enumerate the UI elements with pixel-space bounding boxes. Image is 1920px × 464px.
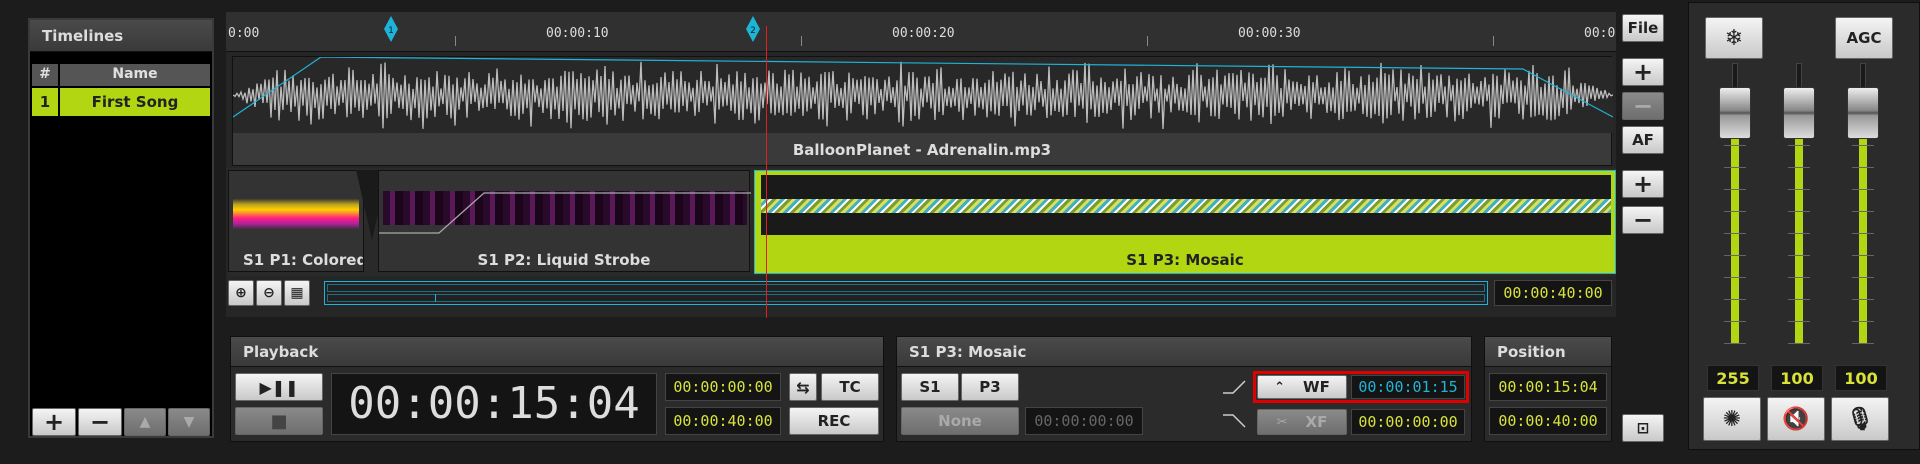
clip-colored[interactable]: S1 P1: Colored .: [228, 170, 364, 272]
play-pause-button[interactable]: ▶❚❚: [235, 373, 323, 401]
timelines-title: Timelines: [30, 20, 212, 52]
wf-label: WF: [1303, 378, 1330, 396]
position-current: 00:00:15:04: [1489, 373, 1607, 401]
s1-button[interactable]: S1: [901, 373, 959, 401]
xf-time[interactable]: 00:00:00:00: [1351, 409, 1465, 435]
svg-text:2: 2: [750, 26, 756, 36]
cue-marker-1-icon[interactable]: 1: [384, 16, 398, 42]
clip-track-add-button[interactable]: +: [1622, 170, 1664, 198]
playback-start-time[interactable]: 00:00:00:00: [665, 373, 781, 401]
timeline-duration: 00:00:40:00: [1494, 280, 1612, 306]
fade-out-curve-icon: [1223, 414, 1246, 428]
strobe-off-icon: ✺: [1722, 406, 1742, 432]
ruler-label-0: 0:00: [228, 26, 260, 41]
track-remove-button[interactable]: −: [1622, 92, 1664, 120]
af-button[interactable]: AF: [1622, 126, 1664, 154]
zoom-fit-button[interactable]: ▦: [284, 280, 310, 306]
remove-timeline-button[interactable]: −: [78, 408, 122, 436]
position-panel: Position 00:00:15:04 00:00:40:00: [1484, 336, 1612, 442]
wf-button[interactable]: ⌃ WF: [1257, 375, 1347, 399]
clip-mosaic[interactable]: S1 P3: Mosaic: [754, 170, 1616, 274]
master-panel: ❄ AGC 255 100 100 ✺ 🔇 🎙: [1688, 2, 1920, 450]
freeze-button[interactable]: ❄: [1705, 17, 1763, 59]
clip-track-remove-button[interactable]: −: [1622, 206, 1664, 234]
xf-icon: ✂: [1276, 414, 1288, 430]
track-add-button[interactable]: +: [1622, 58, 1664, 86]
timeline-row-num[interactable]: 1: [32, 88, 58, 116]
agc-button[interactable]: AGC: [1835, 17, 1893, 59]
playback-end-time[interactable]: 00:00:40:00: [665, 407, 781, 435]
move-up-button[interactable]: ▲: [124, 408, 166, 436]
clip-liquid-strobe-label: S1 P2: Liquid Strobe: [477, 251, 651, 269]
wf-time[interactable]: 00:00:01:15: [1351, 375, 1465, 399]
fade-in-curve-icon: [1223, 380, 1246, 394]
speaker-mute-icon: 🔇: [1782, 406, 1810, 432]
timeline-area: 0:00 00:00:10 00:00:20 00:00:30 00:0 1 2…: [226, 12, 1616, 318]
cue-marker-2-icon[interactable]: 2: [746, 16, 760, 42]
clips-track: S1 P1: Colored . S1 P2: Liquid Strobe S1…: [228, 168, 1616, 276]
master-fader-1-handle[interactable]: [1719, 86, 1751, 139]
ruler-label-40: 00:0: [1584, 26, 1616, 41]
clip-panel-title: S1 P3: Mosaic: [897, 337, 1471, 367]
wf-icon: ⌃: [1274, 379, 1286, 395]
playback-panel: Playback ▶❚❚ ■ 00:00:15:04 00:00:00:00 0…: [230, 336, 884, 442]
p3-button[interactable]: P3: [961, 373, 1019, 401]
svg-text:1: 1: [388, 26, 394, 36]
position-title: Position: [1485, 337, 1611, 367]
rec-button[interactable]: REC: [789, 407, 879, 435]
position-total: 00:00:40:00: [1489, 407, 1607, 435]
audio-waveform: [233, 57, 1613, 133]
clip-liquid-strobe[interactable]: S1 P2: Liquid Strobe: [378, 170, 751, 272]
main-timecode: 00:00:15:04: [331, 373, 657, 435]
none-time: 00:00:00:00: [1025, 407, 1143, 435]
timelines-header-name: Name: [60, 64, 210, 86]
loop-button[interactable]: ⇆: [789, 373, 817, 401]
ruler-label-10: 00:00:10: [546, 26, 609, 41]
master-fader-3-handle[interactable]: [1847, 86, 1879, 139]
add-timeline-button[interactable]: +: [32, 408, 76, 436]
timelines-panel: Timelines # Name 1 First Song + − ▲ ▼: [28, 18, 214, 438]
xf-label: XF: [1305, 413, 1328, 431]
mic-mute-icon: 🎙: [1846, 406, 1874, 432]
master-value-1: 255: [1707, 365, 1759, 391]
audio-file-name: BalloonPlanet - Adrenalin.mp3: [792, 141, 1052, 159]
snowflake-icon: ❄: [1724, 25, 1744, 51]
timelines-header-num: #: [32, 64, 58, 86]
master-value-3: 100: [1835, 365, 1887, 391]
zoom-in-button[interactable]: ⊕: [228, 280, 254, 306]
stop-button[interactable]: ■: [235, 407, 323, 435]
timeline-scrollbar[interactable]: [324, 281, 1488, 305]
time-ruler[interactable]: 0:00 00:00:10 00:00:20 00:00:30 00:0 1 2: [226, 12, 1616, 52]
none-button[interactable]: None: [901, 407, 1019, 435]
detach-button[interactable]: ⊡: [1622, 414, 1664, 442]
timeline-row-name[interactable]: First Song: [60, 88, 210, 116]
clip-mosaic-label: S1 P3: Mosaic: [1126, 251, 1244, 269]
xf-button[interactable]: ✂ XF: [1257, 409, 1347, 435]
audio-mute-button[interactable]: 🔇: [1767, 397, 1825, 441]
ruler-label-30: 00:00:30: [1238, 26, 1301, 41]
file-button[interactable]: File: [1622, 14, 1664, 42]
master-fader-2-handle[interactable]: [1783, 86, 1815, 139]
strobe-mute-button[interactable]: ✺: [1703, 397, 1761, 441]
ruler-label-20: 00:00:20: [892, 26, 955, 41]
clip-panel: S1 P3: Mosaic S1 P3 None 00:00:00:00 ⌃ W…: [896, 336, 1472, 442]
mic-mute-button[interactable]: 🎙: [1831, 397, 1889, 441]
master-value-2: 100: [1771, 365, 1823, 391]
zoom-out-button[interactable]: ⊖: [256, 280, 282, 306]
play-cursor[interactable]: [766, 26, 767, 318]
tc-button[interactable]: TC: [821, 373, 879, 401]
move-down-button[interactable]: ▼: [168, 408, 210, 436]
clip-colored-label: S1 P1: Colored .: [243, 251, 363, 269]
audio-track[interactable]: BalloonPlanet - Adrenalin.mp3: [232, 56, 1613, 166]
playback-title: Playback: [231, 337, 883, 367]
